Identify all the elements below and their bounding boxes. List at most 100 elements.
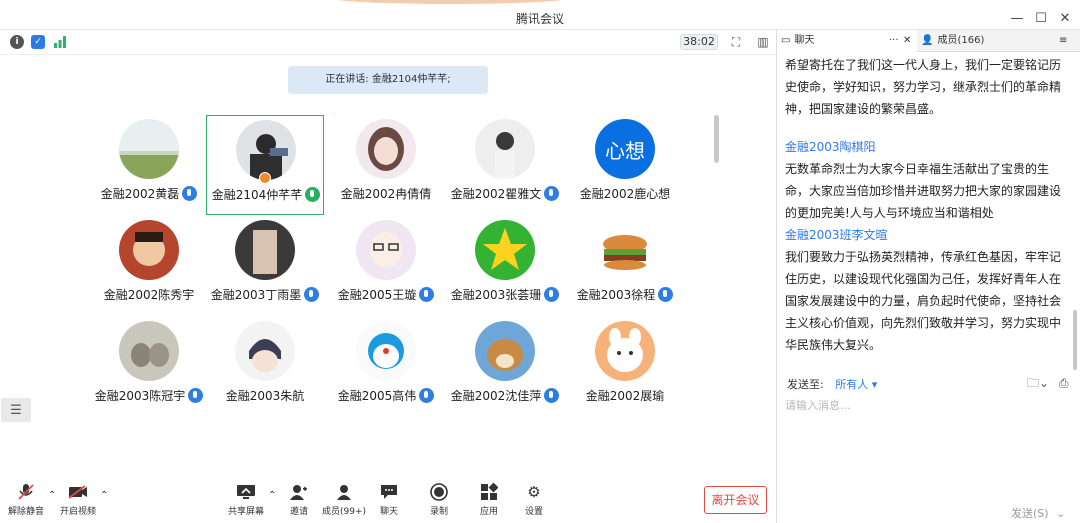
avatar: [236, 120, 296, 180]
avatar: [475, 321, 535, 381]
meeting-toolbar: i ✓ 38:02 ⛶ ▥: [0, 31, 776, 53]
avatar: [475, 220, 535, 280]
invite-icon: [288, 482, 310, 502]
panel-tabs: ▭ 聊天 ··· ✕ 👤 成员(166) ≡: [777, 30, 1080, 52]
record-icon: [428, 482, 450, 502]
maximize-icon[interactable]: ☐: [1030, 8, 1052, 28]
participant-name: 金融2005高伟: [337, 389, 417, 403]
unmute-label: 解除静音: [7, 507, 44, 517]
share-screen-button[interactable]: 共享屏幕: [224, 482, 268, 517]
participant-name: 金融2002沈佳萍: [450, 389, 542, 403]
participant-tile[interactable]: 金融2005高伟: [327, 317, 445, 417]
avatar: [356, 321, 416, 381]
close-tab-icon[interactable]: ✕: [903, 30, 911, 52]
send-to-dropdown[interactable]: 所有人 ▾: [835, 378, 877, 391]
members-label: 成员(99+): [322, 507, 367, 517]
video-options-icon[interactable]: ⌃: [100, 490, 108, 501]
participant-tile[interactable]: 金融2005王璇: [327, 216, 445, 316]
avatar: [475, 119, 535, 179]
settings-button[interactable]: ⚙ 设置: [512, 482, 556, 517]
participant-tile[interactable]: 金融2002瞿雅文: [446, 115, 564, 215]
tab-members-label: 成员(166): [937, 35, 985, 46]
chat-icon: [378, 482, 400, 502]
signal-icon[interactable]: [53, 35, 67, 49]
info-icon[interactable]: i: [10, 35, 24, 49]
tab-members[interactable]: 👤 成员(166): [917, 30, 1057, 52]
mic-muted-icon: [15, 482, 37, 502]
mic-speaking-icon: [305, 187, 321, 202]
unmute-button[interactable]: 解除静音: [4, 482, 48, 517]
message-text: 无数革命烈士为大家今日幸福生活献出了宝贵的生命，大家应当倍加珍惜并进取努力把大家…: [785, 162, 1062, 220]
record-button[interactable]: 录制: [417, 482, 461, 517]
settings-label: 设置: [524, 507, 543, 517]
participant-tile[interactable]: 金融2003陈冠宇: [90, 317, 208, 417]
avatar: [119, 321, 179, 381]
participant-tile-active[interactable]: 金融2104仲芊芊: [206, 115, 324, 215]
participant-tile[interactable]: 金融2003丁雨墨: [206, 216, 324, 316]
participant-name: 金融2002冉倩倩: [340, 187, 432, 201]
apps-button[interactable]: 应用: [467, 482, 511, 517]
folder-icon[interactable]: 🗀⌄: [1027, 376, 1049, 390]
mic-icon: [544, 186, 560, 201]
message-input[interactable]: 请输入消息...: [785, 397, 1071, 413]
screenshot-icon[interactable]: ⎙: [1059, 376, 1069, 390]
participant-name: 金融2104仲芊芊: [211, 188, 303, 202]
grid-scrollbar[interactable]: [714, 115, 719, 163]
start-video-label: 开启视频: [59, 507, 96, 517]
message-sender[interactable]: 金融2003班李文暄: [785, 224, 1071, 246]
participant-tile[interactable]: 心想 金融2002鹿心想: [566, 115, 684, 215]
participant-tile[interactable]: 金融2003张荟珊: [446, 216, 564, 316]
chat-scrollbar[interactable]: [1073, 310, 1077, 370]
share-screen-icon: [235, 482, 257, 502]
participant-name: 金融2003丁雨墨: [210, 288, 302, 302]
mic-icon: [182, 186, 198, 201]
participant-name: 金融2002黄磊: [100, 187, 180, 201]
avatar: [119, 220, 179, 280]
apps-label: 应用: [479, 507, 498, 517]
fullscreen-icon[interactable]: ⛶: [728, 34, 744, 50]
share-options-icon[interactable]: ⌃: [268, 490, 276, 501]
invite-button[interactable]: 邀请: [277, 482, 321, 517]
panel-menu-icon[interactable]: ≡: [1059, 30, 1080, 52]
close-icon[interactable]: ✕: [1054, 8, 1076, 28]
avatar-initials: 心想: [595, 119, 655, 179]
avatar: [595, 321, 655, 381]
send-button[interactable]: 发送(S) ⌄: [1011, 505, 1065, 521]
participant-tile[interactable]: 金融2002陈秀宇: [90, 216, 208, 316]
more-icon[interactable]: ···: [889, 30, 899, 52]
participant-name: 金融2003徐程: [576, 288, 656, 302]
list-view-icon[interactable]: ☰: [1, 398, 31, 422]
participant-name: 金融2005王璇: [337, 288, 417, 302]
participant-tile[interactable]: 金融2003徐程: [566, 216, 684, 316]
avatar: [595, 220, 655, 280]
participant-tile[interactable]: 金融2002沈佳萍: [446, 317, 564, 417]
participant-name: 金融2003朱航: [225, 389, 305, 403]
chat-button[interactable]: 聊天: [367, 482, 411, 517]
participant-tile[interactable]: 金融2002冉倩倩: [327, 115, 445, 215]
chat-panel: ▭ 聊天 ··· ✕ 👤 成员(166) ≡ 希望寄托在了我们这一代人身上，我们…: [776, 30, 1080, 523]
tab-chat[interactable]: ▭ 聊天 ··· ✕: [777, 30, 917, 52]
leave-meeting-button[interactable]: 离开会议: [704, 486, 767, 514]
meeting-window: 腾讯会议 — ☐ ✕ i ✓ 38:02 ⛶ ▥ 正在讲话: 金融2104仲芊芊…: [0, 0, 1080, 523]
mic-icon: [544, 388, 560, 403]
minimize-icon[interactable]: —: [1006, 8, 1028, 28]
start-video-button[interactable]: 开启视频: [56, 482, 100, 517]
layout-icon[interactable]: ▥: [755, 34, 771, 50]
participant-tile[interactable]: 金融2003朱航: [206, 317, 324, 417]
participant-tile[interactable]: 金融2002展瑜: [566, 317, 684, 417]
participant-name: 金融2002展瑜: [585, 389, 665, 403]
shield-icon[interactable]: ✓: [31, 35, 45, 49]
avatar: [356, 220, 416, 280]
avatar: [235, 321, 295, 381]
participant-name: 金融2002瞿雅文: [450, 187, 542, 201]
invite-label: 邀请: [289, 507, 308, 517]
tab-chat-label: 聊天: [794, 35, 815, 46]
chat-messages: 希望寄托在了我们这一代人身上，我们一定要铭记历史使命，学好知识，努力学习，继承烈…: [785, 54, 1071, 372]
message-sender[interactable]: 金融2003陶棋阳: [785, 136, 1071, 158]
members-button[interactable]: 成员(99+): [322, 482, 366, 517]
apps-icon: [478, 482, 500, 502]
send-to-label: 发送至:: [787, 378, 824, 391]
speaking-indicator: 正在讲话: 金融2104仲芊芊;: [288, 66, 488, 94]
meeting-timer: 38:02: [680, 34, 718, 50]
participant-tile[interactable]: 金融2002黄磊: [90, 115, 208, 215]
